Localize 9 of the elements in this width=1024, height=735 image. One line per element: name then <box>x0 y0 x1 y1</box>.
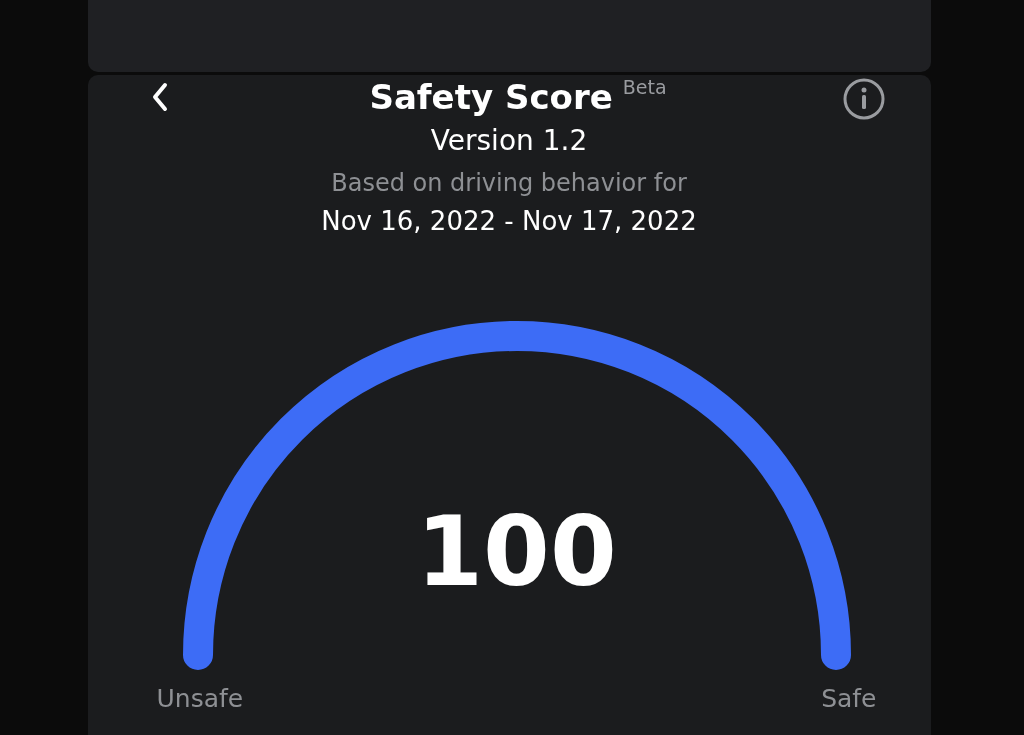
version-text: Version 1.2 <box>430 123 588 159</box>
screen-title: Safety Score <box>369 76 613 119</box>
date-range: Nov 16, 2022 - Nov 17, 2022 <box>321 205 697 238</box>
info-icon[interactable] <box>842 77 887 121</box>
score-value: 100 <box>415 497 618 607</box>
subtitle-text: Based on driving behavior for <box>331 168 687 199</box>
beta-label: Beta <box>622 75 667 99</box>
min-label: Unsafe <box>156 683 244 715</box>
max-label: Safe <box>821 683 877 715</box>
